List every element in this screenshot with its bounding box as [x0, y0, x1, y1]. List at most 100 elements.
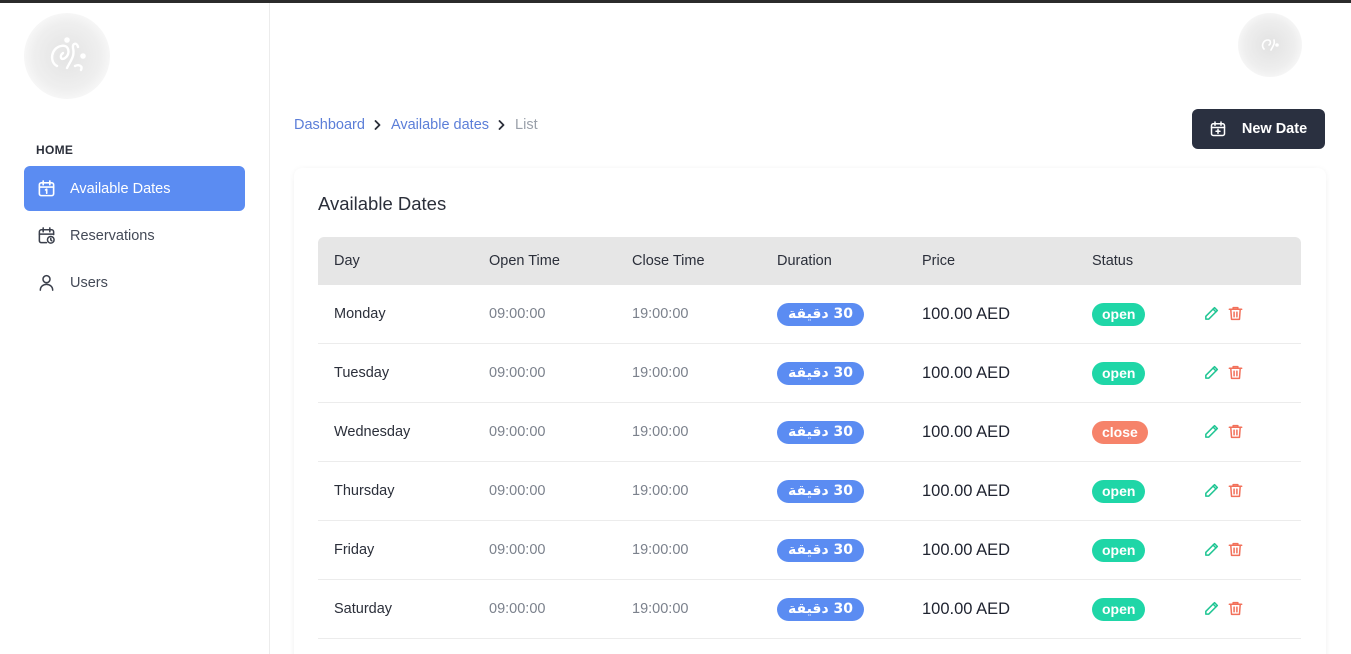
cell-status: open — [1092, 479, 1203, 503]
column-header-open-time[interactable]: Open Time — [489, 253, 632, 269]
table-header: Day Open Time Close Time Duration Price … — [318, 237, 1301, 285]
column-header-price[interactable]: Price — [922, 253, 1092, 269]
cell-close-time: 19:00:00 — [632, 601, 689, 617]
cell-duration: 30 دقيقة — [777, 597, 922, 621]
breadcrumb-available-dates[interactable]: Available dates — [391, 117, 489, 133]
calendar-plus-icon — [1210, 121, 1226, 137]
cell-price: 100.00 AED — [922, 540, 1011, 559]
cell-close-time: 19:00:00 — [632, 542, 689, 558]
cell-actions — [1203, 423, 1291, 441]
cell-open-time: 09:00:00 — [489, 306, 546, 322]
table-body: Monday 09:00:00 19:00:00 30 دقيقة 100.00 AED… — [318, 285, 1301, 639]
table-row: Tuesday 09:00:00 19:00:00 30 دقيقة 100.00 AE… — [318, 344, 1301, 403]
status-badge: open — [1092, 538, 1146, 562]
cell-status: open — [1092, 302, 1203, 326]
pencil-icon[interactable] — [1203, 423, 1221, 441]
cell-status: open — [1092, 361, 1203, 385]
brand-logo[interactable] — [24, 13, 110, 99]
card-title: Available Dates — [318, 193, 447, 214]
available-dates-table: Day Open Time Close Time Duration Price … — [318, 237, 1301, 639]
sidebar-item-users[interactable]: Users — [24, 260, 245, 305]
sidebar-item-reservations[interactable]: Reservations — [24, 213, 245, 258]
status-badge: open — [1092, 302, 1146, 326]
column-header-close-time[interactable]: Close Time — [632, 253, 777, 269]
calendar-icon — [36, 179, 56, 199]
cell-duration: 30 دقيقة — [777, 302, 922, 326]
trash-icon[interactable] — [1227, 482, 1245, 500]
table-row: Friday 09:00:00 19:00:00 30 دقيقة 100.00 AED… — [318, 521, 1301, 580]
duration-badge: 30 دقيقة — [777, 361, 864, 385]
cell-duration: 30 دقيقة — [777, 538, 922, 562]
table-row: Monday 09:00:00 19:00:00 30 دقيقة 100.00 AED… — [318, 285, 1301, 344]
cell-status: close — [1092, 420, 1203, 444]
duration-badge: 30 دقيقة — [777, 302, 864, 326]
cell-price: 100.00 AED — [922, 304, 1011, 323]
new-date-button[interactable]: New Date — [1192, 109, 1325, 149]
cell-close-time: 19:00:00 — [632, 306, 689, 322]
pencil-icon[interactable] — [1203, 600, 1221, 618]
status-badge: open — [1092, 361, 1146, 385]
cell-open-time: 09:00:00 — [489, 542, 546, 558]
status-badge: open — [1092, 597, 1146, 621]
cell-actions — [1203, 364, 1291, 382]
status-badge: open — [1092, 479, 1146, 503]
sidebar: HOME Available Dates Reservations Users — [0, 3, 270, 654]
sidebar-item-label: Reservations — [70, 227, 155, 244]
user-avatar[interactable] — [1238, 13, 1302, 77]
pencil-icon[interactable] — [1203, 364, 1221, 382]
cell-day: Wednesday — [334, 424, 411, 440]
cell-duration: 30 دقيقة — [777, 361, 922, 385]
cell-actions — [1203, 305, 1291, 323]
nav-section-label: HOME — [36, 143, 74, 157]
new-date-label: New Date — [1241, 121, 1308, 137]
table-row: Thursday 09:00:00 19:00:00 30 دقيقة 100.00 A… — [318, 462, 1301, 521]
user-icon — [36, 273, 56, 293]
column-header-day[interactable]: Day — [318, 253, 489, 269]
duration-badge: 30 دقيقة — [777, 420, 864, 444]
cell-day: Friday — [334, 542, 375, 558]
cell-price: 100.00 AED — [922, 599, 1011, 618]
available-dates-card: Available Dates Day Open Time Close Time… — [294, 168, 1326, 654]
cell-open-time: 09:00:00 — [489, 424, 546, 440]
duration-badge: 30 دقيقة — [777, 597, 864, 621]
cell-open-time: 09:00:00 — [489, 601, 546, 617]
pencil-icon[interactable] — [1203, 482, 1221, 500]
status-badge: close — [1092, 420, 1148, 444]
trash-icon[interactable] — [1227, 423, 1245, 441]
pencil-icon[interactable] — [1203, 305, 1221, 323]
cell-day: Saturday — [334, 601, 393, 617]
cell-duration: 30 دقيقة — [777, 420, 922, 444]
trash-icon[interactable] — [1227, 364, 1245, 382]
cell-actions — [1203, 482, 1291, 500]
table-row: Wednesday 09:00:00 19:00:00 30 دقيقة 100.00 … — [318, 403, 1301, 462]
trash-icon[interactable] — [1227, 600, 1245, 618]
cell-price: 100.00 AED — [922, 422, 1011, 441]
cell-status: open — [1092, 597, 1203, 621]
sidebar-item-available-dates[interactable]: Available Dates — [24, 166, 245, 211]
column-header-status[interactable]: Status — [1092, 253, 1203, 269]
duration-badge: 30 دقيقة — [777, 479, 864, 503]
chevron-right-icon — [374, 120, 382, 130]
cell-price: 100.00 AED — [922, 481, 1011, 500]
cell-close-time: 19:00:00 — [632, 483, 689, 499]
breadcrumb: Dashboard Available dates List — [294, 117, 538, 133]
cell-close-time: 19:00:00 — [632, 365, 689, 381]
cell-close-time: 19:00:00 — [632, 424, 689, 440]
chevron-right-icon — [498, 120, 506, 130]
cell-day: Tuesday — [334, 365, 390, 381]
table-row: Saturday 09:00:00 19:00:00 30 دقيقة 100.00 A… — [318, 580, 1301, 639]
cell-price: 100.00 AED — [922, 363, 1011, 382]
pencil-icon[interactable] — [1203, 541, 1221, 559]
trash-icon[interactable] — [1227, 305, 1245, 323]
sidebar-item-label: Available Dates — [70, 180, 171, 197]
trash-icon[interactable] — [1227, 541, 1245, 559]
cell-actions — [1203, 600, 1291, 618]
cell-status: open — [1092, 538, 1203, 562]
calendar-clock-icon — [36, 226, 56, 246]
cell-day: Monday — [334, 306, 386, 322]
breadcrumb-current: List — [515, 117, 538, 133]
column-header-duration[interactable]: Duration — [777, 253, 922, 269]
breadcrumb-dashboard[interactable]: Dashboard — [294, 117, 365, 133]
cell-open-time: 09:00:00 — [489, 483, 546, 499]
cell-duration: 30 دقيقة — [777, 479, 922, 503]
